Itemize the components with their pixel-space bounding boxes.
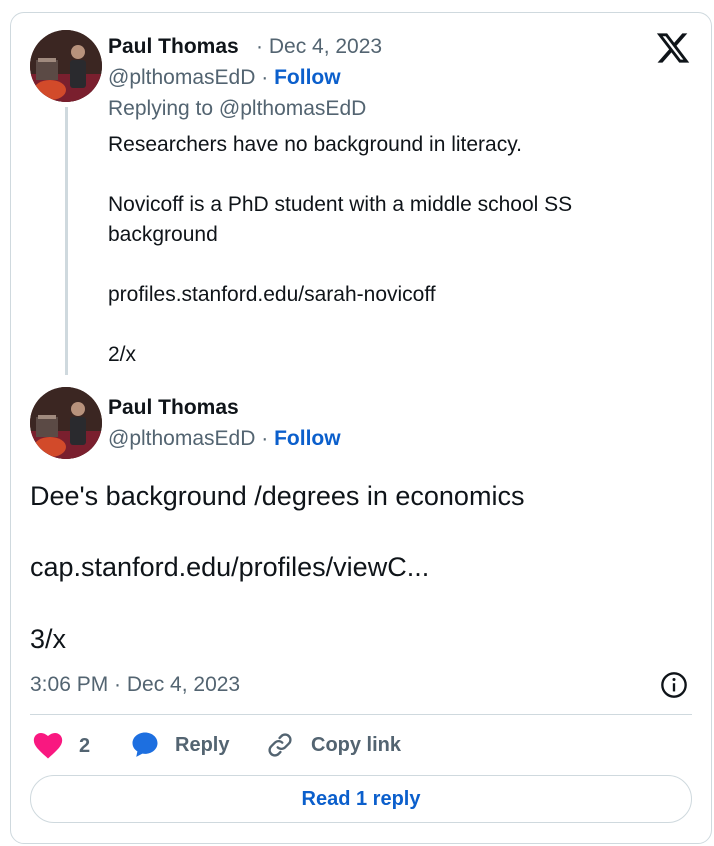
heart-icon <box>33 733 63 759</box>
speech-bubble-icon <box>132 732 158 757</box>
author-name[interactable]: Paul Thomas <box>108 35 239 59</box>
separator: · <box>256 35 263 58</box>
reply-label: Reply <box>175 733 230 756</box>
read-replies-button[interactable]: Read 1 reply <box>30 775 692 823</box>
tweet-text-line: background <box>108 223 218 246</box>
tweet-date[interactable]: Dec 4, 2023 <box>269 35 382 58</box>
separator: · <box>261 66 269 89</box>
like-count: 2 <box>79 734 91 757</box>
handle-line: @plthomasEdD · Follow <box>108 66 341 90</box>
tweet-timestamp[interactable]: 3:06 PM · Dec 4, 2023 <box>30 673 240 697</box>
avatar[interactable] <box>30 30 102 102</box>
tweet-link[interactable]: profiles.stanford.edu/sarah-novicoff <box>108 280 436 310</box>
author-handle[interactable]: @plthomasEdD <box>108 427 255 450</box>
replying-prefix: Replying to <box>108 97 219 120</box>
follow-button[interactable]: Follow <box>274 66 341 89</box>
author-handle[interactable]: @plthomasEdD <box>108 66 255 89</box>
link-icon <box>268 733 292 757</box>
avatar[interactable] <box>30 387 102 459</box>
reply-button[interactable]: Reply <box>130 730 229 760</box>
separator: · <box>261 427 269 450</box>
tweet-link[interactable]: cap.stanford.edu/profiles/viewC... <box>30 552 429 583</box>
author-name[interactable]: Paul Thomas <box>108 396 239 420</box>
x-logo-icon[interactable] <box>655 30 691 66</box>
tweet-text-line: Novicoff is a PhD student with a middle … <box>108 193 573 216</box>
info-icon[interactable] <box>660 671 688 699</box>
thread-connector-line <box>65 107 68 375</box>
divider <box>30 714 692 715</box>
replying-to: Replying to @plthomasEdD <box>108 97 366 121</box>
like-button[interactable]: 2 <box>33 733 90 759</box>
handle-line: @plthomasEdD · Follow <box>108 427 341 451</box>
copy-link-label: Copy link <box>311 733 402 756</box>
tweet-text-line: 2/x <box>108 343 137 366</box>
replying-handle[interactable]: @plthomasEdD <box>219 97 366 120</box>
copy-link-button[interactable]: Copy link <box>266 731 401 759</box>
tweet-text-line: 3/x <box>30 624 67 654</box>
tweet-text-line: Dee's background /degrees in economics <box>30 481 525 511</box>
tweet-date-line: · Dec 4, 2023 <box>256 35 382 59</box>
follow-button[interactable]: Follow <box>274 427 341 450</box>
tweet-text-line: Researchers have no background in litera… <box>108 133 523 156</box>
